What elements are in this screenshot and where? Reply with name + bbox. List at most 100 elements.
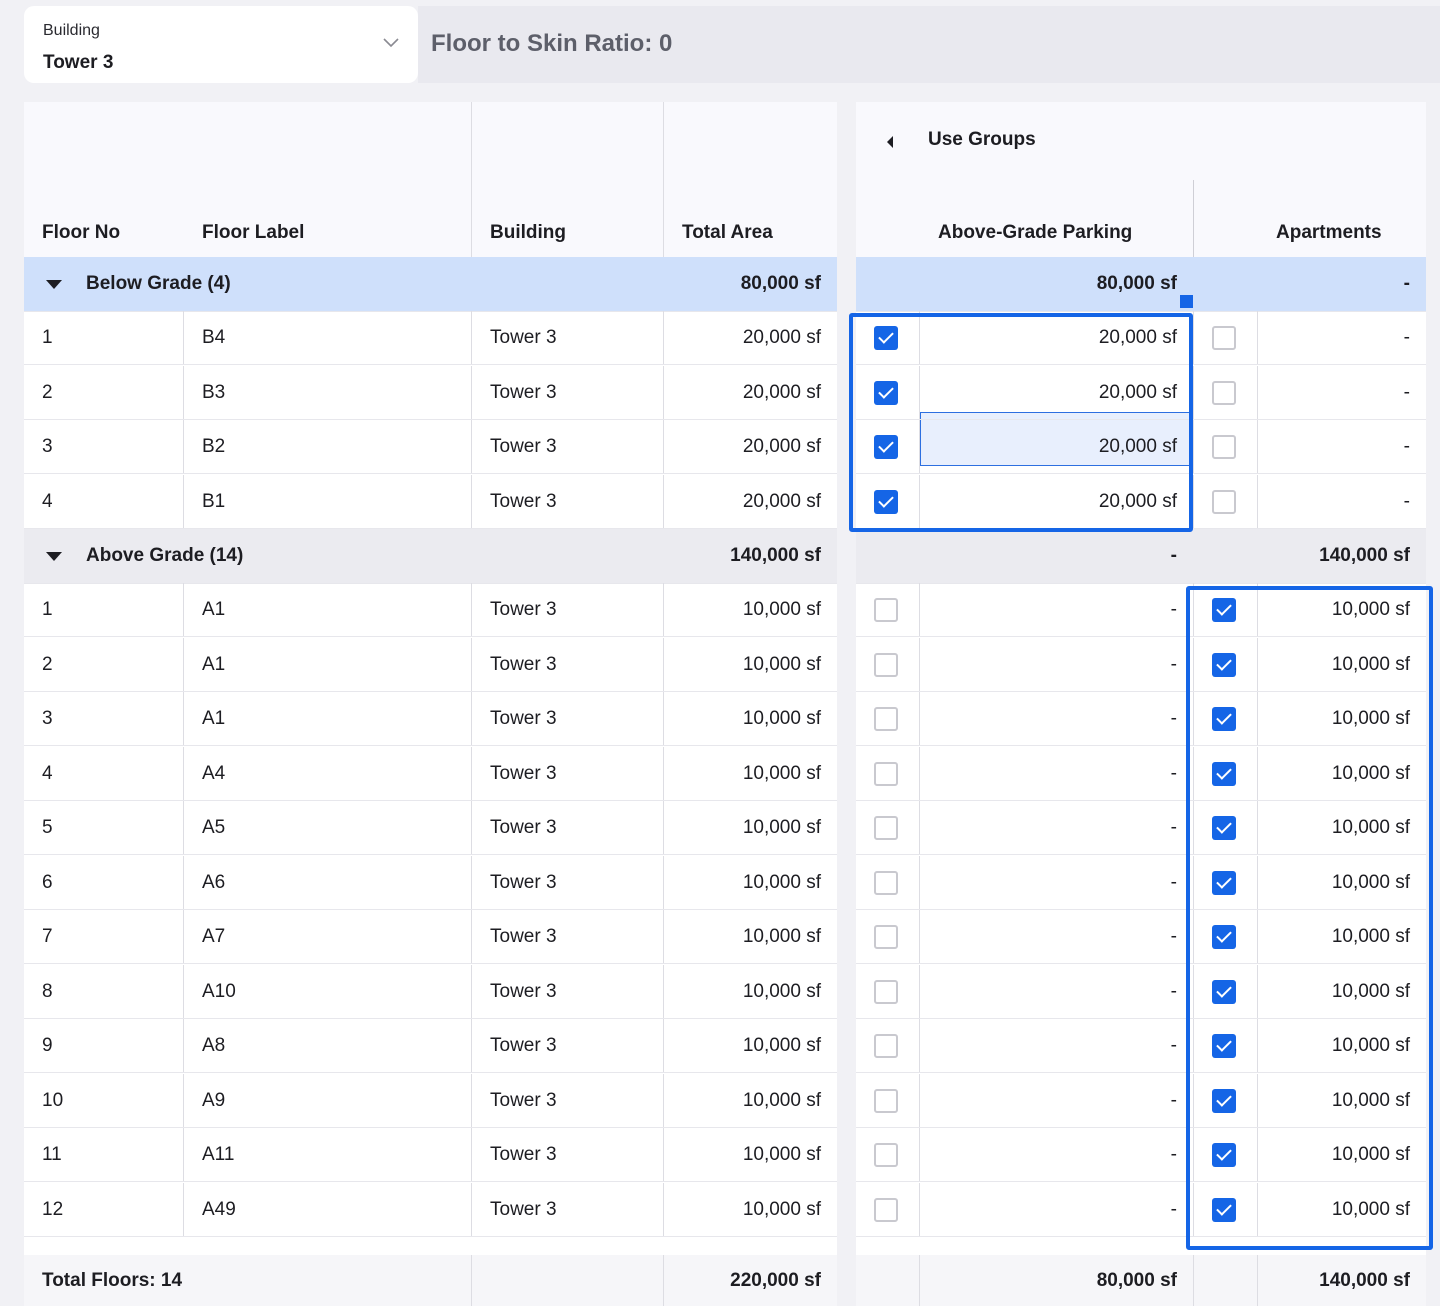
chevron-down-icon[interactable]	[382, 33, 400, 51]
parking-area[interactable]: -	[920, 801, 1177, 855]
table-row[interactable]: 3 B2 Tower 3 20,000 sf	[24, 420, 837, 474]
parking-checkbox[interactable]	[874, 979, 898, 1004]
table-row[interactable]: 4 B1 Tower 3 20,000 sf	[24, 474, 837, 529]
parking-area[interactable]: -	[920, 638, 1177, 692]
table-row[interactable]: 2 A1 Tower 3 10,000 sf	[24, 637, 837, 692]
apartments-area[interactable]: 10,000 sf	[1258, 747, 1410, 801]
parking-area[interactable]: -	[920, 965, 1177, 1019]
apartments-checkbox[interactable]	[1212, 1197, 1236, 1222]
apartments-checkbox[interactable]	[1212, 380, 1236, 405]
parking-checkbox[interactable]	[874, 598, 898, 622]
floor-no: 8	[42, 980, 53, 1002]
building-selector[interactable]: Building Tower 3	[24, 6, 418, 83]
apartments-checkbox[interactable]	[1212, 652, 1236, 677]
header-floor-label[interactable]: Floor Label	[202, 222, 304, 244]
apartments-checkbox[interactable]	[1212, 925, 1236, 949]
parking-checkbox[interactable]	[874, 380, 898, 405]
parking-checkbox[interactable]	[874, 1197, 898, 1222]
table-row[interactable]: 6 A6 Tower 3 10,000 sf	[24, 855, 837, 910]
table-row[interactable]: 3 A1 Tower 3 10,000 sf	[24, 692, 837, 746]
apartments-area[interactable]: 10,000 sf	[1258, 965, 1410, 1019]
apartments-area[interactable]: 10,000 sf	[1258, 1183, 1410, 1237]
parking-area[interactable]: -	[920, 1128, 1177, 1182]
parking-checkbox[interactable]	[874, 326, 898, 350]
group-row[interactable]: Below Grade (4) 80,000 sf	[24, 257, 837, 311]
header-building[interactable]: Building	[490, 222, 566, 244]
apartments-checkbox[interactable]	[1212, 979, 1236, 1004]
fill-handle[interactable]	[1180, 295, 1193, 308]
floor-building: Tower 3	[490, 708, 557, 729]
apartments-area[interactable]: -	[1258, 366, 1410, 420]
parking-checkbox[interactable]	[874, 707, 898, 731]
header-above-grade-parking[interactable]: Above-Grade Parking	[938, 222, 1132, 244]
parking-area[interactable]: 20,000 sf	[920, 420, 1177, 474]
header-total-area[interactable]: Total Area	[682, 222, 773, 244]
apartments-area[interactable]: 10,000 sf	[1258, 1019, 1410, 1073]
apartments-checkbox[interactable]	[1212, 326, 1236, 350]
apartments-area[interactable]: 10,000 sf	[1258, 583, 1410, 637]
apartments-checkbox[interactable]	[1212, 1088, 1236, 1113]
parking-area[interactable]: -	[920, 583, 1177, 637]
collapse-left-icon[interactable]	[887, 136, 893, 148]
header-floor-no[interactable]: Floor No	[42, 222, 120, 244]
parking-checkbox[interactable]	[874, 761, 898, 786]
table-row[interactable]: 11 A11 Tower 3 10,000 sf	[24, 1128, 837, 1182]
parking-area[interactable]: 20,000 sf	[920, 366, 1177, 420]
apartments-checkbox[interactable]	[1212, 1034, 1236, 1058]
parking-area[interactable]: -	[920, 910, 1177, 964]
apartments-area[interactable]: 10,000 sf	[1258, 1074, 1410, 1128]
use-group-row: - 10,000 sf	[856, 801, 1426, 855]
parking-checkbox[interactable]	[874, 652, 898, 677]
parking-checkbox[interactable]	[874, 435, 898, 459]
apartments-checkbox[interactable]	[1212, 1143, 1236, 1167]
caret-down-icon[interactable]	[46, 280, 62, 289]
apartments-checkbox[interactable]	[1212, 761, 1236, 786]
apartments-checkbox[interactable]	[1212, 435, 1236, 459]
apartments-checkbox[interactable]	[1212, 598, 1236, 622]
parking-checkbox[interactable]	[874, 489, 898, 514]
apartments-area[interactable]: 10,000 sf	[1258, 1128, 1410, 1182]
parking-checkbox[interactable]	[874, 816, 898, 840]
apartments-area[interactable]: 10,000 sf	[1258, 910, 1410, 964]
parking-area[interactable]: 20,000 sf	[920, 311, 1177, 365]
table-row[interactable]: 9 A8 Tower 3 10,000 sf	[24, 1019, 837, 1073]
parking-checkbox[interactable]	[874, 1143, 898, 1167]
table-row[interactable]: 7 A7 Tower 3 10,000 sf	[24, 910, 837, 964]
apartments-checkbox[interactable]	[1212, 870, 1236, 895]
floor-no: 4	[42, 762, 53, 784]
parking-area[interactable]: -	[920, 692, 1177, 746]
apartments-checkbox[interactable]	[1212, 489, 1236, 514]
apartments-checkbox[interactable]	[1212, 816, 1236, 840]
parking-checkbox[interactable]	[874, 870, 898, 895]
table-row[interactable]: 1 A1 Tower 3 10,000 sf	[24, 583, 837, 637]
parking-area[interactable]: -	[920, 1074, 1177, 1128]
apartments-area[interactable]: 10,000 sf	[1258, 801, 1410, 855]
floor-area: 10,000 sf	[742, 1035, 821, 1056]
parking-checkbox[interactable]	[874, 1034, 898, 1058]
apartments-area[interactable]: -	[1258, 311, 1410, 365]
apartments-area[interactable]: -	[1258, 420, 1410, 474]
parking-area[interactable]: -	[920, 856, 1177, 910]
table-row[interactable]: 1 B4 Tower 3 20,000 sf	[24, 311, 837, 365]
apartments-area[interactable]: 10,000 sf	[1258, 692, 1410, 746]
table-row[interactable]: 12 A49 Tower 3 10,000 sf	[24, 1182, 837, 1237]
use-group-row: - 10,000 sf	[856, 692, 1426, 746]
parking-checkbox[interactable]	[874, 925, 898, 949]
group-row[interactable]: Above Grade (14) 140,000 sf	[24, 529, 837, 583]
table-row[interactable]: 4 A4 Tower 3 10,000 sf	[24, 746, 837, 801]
table-row[interactable]: 8 A10 Tower 3 10,000 sf	[24, 964, 837, 1019]
caret-down-icon[interactable]	[46, 552, 62, 561]
table-row[interactable]: 5 A5 Tower 3 10,000 sf	[24, 801, 837, 855]
table-row[interactable]: 2 B3 Tower 3 20,000 sf	[24, 365, 837, 420]
apartments-checkbox[interactable]	[1212, 707, 1236, 731]
parking-area[interactable]: -	[920, 747, 1177, 801]
parking-area[interactable]: 20,000 sf	[920, 475, 1177, 529]
header-apartments[interactable]: Apartments	[1276, 222, 1382, 244]
apartments-area[interactable]: -	[1258, 475, 1410, 529]
parking-area[interactable]: -	[920, 1183, 1177, 1237]
parking-area[interactable]: -	[920, 1019, 1177, 1073]
apartments-area[interactable]: 10,000 sf	[1258, 638, 1410, 692]
table-row[interactable]: 10 A9 Tower 3 10,000 sf	[24, 1073, 837, 1128]
apartments-area[interactable]: 10,000 sf	[1258, 856, 1410, 910]
parking-checkbox[interactable]	[874, 1088, 898, 1113]
